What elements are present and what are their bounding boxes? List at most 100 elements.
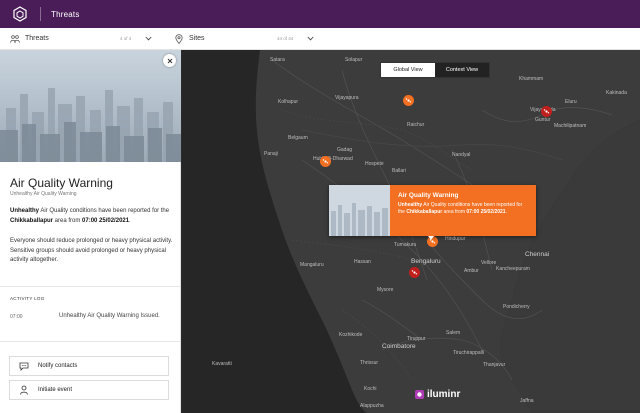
place-label: Kozhikode <box>339 332 363 338</box>
threat-description: Unhealthy Air Quality conditions have be… <box>10 207 172 226</box>
place-label: Thrissur <box>360 360 379 366</box>
place-label: Mysore <box>377 287 394 293</box>
threats-filter[interactable]: Threats 4 of 4 <box>9 28 169 49</box>
popup-location: Chikkaballapur <box>406 208 443 215</box>
initiate-event-button[interactable]: Initiate event <box>9 380 169 400</box>
close-panel-button[interactable] <box>163 54 176 67</box>
popup-title: Air Quality Warning <box>398 192 459 199</box>
threat-marker[interactable] <box>541 106 552 117</box>
popup-text-part: . <box>505 208 507 215</box>
threat-location: Chikkaballapur <box>10 217 54 224</box>
popup-pointer <box>428 236 434 240</box>
place-label: Panaji <box>264 151 278 157</box>
speech-bubble-icon <box>19 361 29 371</box>
advice-line: Everyone should reduce prolonged or heav… <box>10 238 173 244</box>
place-label: Vellore <box>481 260 497 266</box>
divider <box>0 341 181 342</box>
context-view-button[interactable]: Context View <box>435 63 489 77</box>
threat-detail-panel: Air Quality Warning Unhealthy Air Qualit… <box>0 50 181 413</box>
place-label: Eluru <box>565 99 577 105</box>
threat-marker[interactable] <box>409 267 420 278</box>
app-logo-icon[interactable] <box>12 6 28 22</box>
place-label: Solapur <box>345 57 363 63</box>
top-bar: Threats <box>0 0 640 28</box>
sites-filter[interactable]: Sites 44 of 44 <box>173 28 323 49</box>
place-label: Machilipatnam <box>554 123 587 129</box>
global-view-button[interactable]: Global View <box>381 63 435 77</box>
place-label: Thanjavur <box>483 362 506 368</box>
place-label: Hassan <box>354 259 371 265</box>
threats-filter-label: Threats <box>25 35 49 42</box>
description-text: . <box>129 217 131 224</box>
threat-level: Unhealthy <box>10 208 40 214</box>
threats-icon <box>9 33 20 44</box>
activity-log-title: ACTIVITY LOG <box>10 296 45 301</box>
advice-line: Sensitive groups should avoid prolonged … <box>10 247 167 264</box>
place-label: Nandyal <box>452 152 471 158</box>
place-label: Mangaluru <box>300 262 324 268</box>
sites-filter-count: 44 of 44 <box>277 36 294 41</box>
brand-logo: iluminr <box>414 389 460 400</box>
popup-body: Air Quality Warning Unhealthy Air Qualit… <box>390 185 536 236</box>
place-label: Kochi <box>364 386 377 392</box>
place-label: Tiruchirappalli <box>453 350 484 356</box>
place-label: Khammam <box>519 76 544 82</box>
description-text: area from <box>53 217 83 224</box>
place-label: Raichur <box>407 122 425 128</box>
popup-text: Unhealthy Air Quality conditions have be… <box>398 202 530 216</box>
place-label: Pondicherry <box>503 304 530 310</box>
hero-image <box>0 50 181 162</box>
notify-contacts-button[interactable]: Notify contacts <box>9 356 169 376</box>
place-label: Tumakuru <box>394 242 417 248</box>
threat-datetime: 07:00 25/02/2021 <box>82 217 130 224</box>
threat-marker[interactable] <box>403 95 414 106</box>
page-title: Threats <box>51 9 80 19</box>
view-toggle: Global View Context View <box>380 62 490 78</box>
threat-marker[interactable] <box>320 156 331 167</box>
place-label: Kavaratti <box>212 361 232 367</box>
threats-chevron-down-icon[interactable] <box>144 35 152 43</box>
activity-log-entry: Unhealthy Air Quality Warning Issued. <box>59 313 160 319</box>
initiate-event-label: Initiate event <box>38 387 73 393</box>
place-label: Bengaluru <box>411 258 441 265</box>
place-label: Kancheepuram <box>496 266 530 272</box>
place-label: Tiruppur <box>407 336 426 342</box>
notify-contacts-label: Notify contacts <box>38 363 78 369</box>
popup-level: Unhealthy <box>398 202 423 208</box>
place-label: Coimbatore <box>382 343 416 350</box>
place-label: Kakinada <box>606 90 627 96</box>
sites-chevron-down-icon[interactable] <box>306 35 314 43</box>
person-alert-icon <box>19 385 29 395</box>
place-label: Vijayapura <box>335 95 359 101</box>
place-label: Salem <box>446 330 461 336</box>
place-label: Jaffna <box>520 398 534 404</box>
topbar-divider <box>40 7 41 21</box>
brand-icon <box>415 390 424 399</box>
place-label: Hindupur <box>445 236 466 242</box>
place-label: Ballari <box>392 168 406 174</box>
threat-popup[interactable]: Air Quality Warning Unhealthy Air Qualit… <box>329 185 536 236</box>
place-label: Alappuzha <box>360 403 384 409</box>
popup-image <box>329 185 390 236</box>
sites-filter-label: Sites <box>189 35 205 42</box>
activity-log-time: 07:00 <box>10 314 23 320</box>
place-label: Chennai <box>525 251 550 258</box>
threat-title: Air Quality Warning <box>10 176 113 190</box>
popup-datetime: 07:00 25/02/2021 <box>466 208 506 215</box>
place-label: Hospete <box>365 161 384 167</box>
map-view[interactable]: Satara Solapur Khammam Kakinada Eluru Vi… <box>182 50 640 413</box>
place-label: Gadag <box>337 147 353 153</box>
threats-filter-count: 4 of 4 <box>120 36 132 41</box>
divider <box>0 286 181 287</box>
threat-advice: Everyone should reduce prolonged or heav… <box>10 237 175 266</box>
filter-bar: Threats 4 of 4 Sites 44 of 44 <box>0 28 640 50</box>
place-label: Guntur <box>535 117 551 123</box>
map-pin-icon <box>173 33 184 44</box>
place-label: Hubballi-Dharwad <box>313 156 353 162</box>
place-label: Satara <box>270 57 285 63</box>
place-label: Belgaum <box>288 135 308 141</box>
place-label: Ambur <box>464 268 479 274</box>
description-text: Air Quality conditions have been reporte… <box>39 208 170 214</box>
popup-text-part: area from <box>442 208 467 215</box>
place-label: Kolhapur <box>278 99 299 105</box>
